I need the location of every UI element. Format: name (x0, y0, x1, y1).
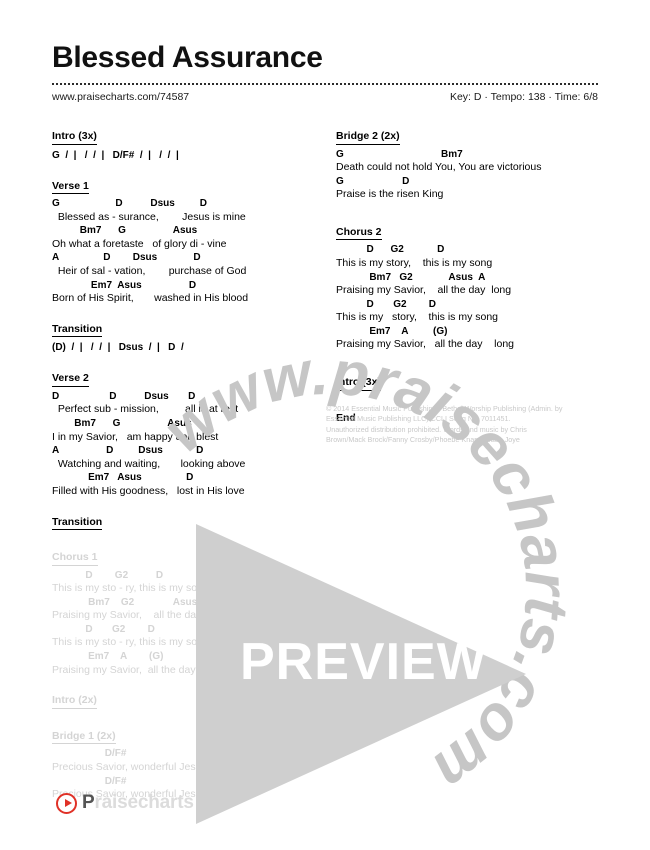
lyric-line: Praise is the risen King (336, 188, 444, 201)
play-circle-icon[interactable] (56, 792, 77, 814)
lyric-line: Praising my Savior, all the day long (336, 338, 515, 351)
chord-line: Bm7 G2 Asus A (336, 271, 486, 283)
section-heading: Bridge 2 (2x) (336, 130, 400, 145)
section-bridge-1: Bridge 1 (2x) D/F# Precious Savior, wond… (52, 726, 314, 802)
lyric-line: I in my Savior, am happy and blest (52, 430, 219, 443)
lyric-line: Precious Savior, wonderful Jesus (52, 760, 207, 773)
chord-line: Bm7 G Asus (52, 418, 192, 430)
chord-line: Bm7 G Asus (52, 225, 198, 237)
chord-line: D G2 D (336, 244, 445, 256)
section-intro-2x: Intro (2x) (52, 690, 314, 713)
chart-body: Intro (3x) G / | / / | D/F# / | / / | Ve… (52, 126, 598, 815)
chord-line: G D Dsus D (52, 198, 208, 210)
chart-meta-row: www.praisecharts.com/74587 Key: D · Temp… (52, 91, 598, 103)
chord-line: D G2 D (336, 298, 437, 310)
chord-chart-page: Blessed Assurance www.praisecharts.com/7… (0, 0, 650, 850)
section-transition-2: Transition (52, 512, 314, 535)
chord-line: Bm7 G2 Asus A (52, 596, 210, 608)
lyric-line: Death could not hold You, You are victor… (336, 161, 542, 174)
section-chorus-2: Chorus 2 D G2 D This is my story, this i… (336, 222, 598, 352)
lyric-line: Perfect sub - mission, all is at rest (52, 403, 239, 416)
lyric-line: Filled with His goodness, lost in His lo… (52, 484, 245, 497)
lyric-line: Praising my Savior, all the day long (336, 284, 512, 297)
chord-line: Em7 Asus D (52, 279, 197, 291)
logo-wordmark: Praisecharts (82, 792, 194, 814)
copyright-line: Brown/Mack Brock/Fanny Crosby/Phoebe Kna… (326, 435, 520, 445)
section-transition-1: Transition (D) / | / / | Dsus / | D / (52, 319, 314, 356)
chord-line: D/F# (52, 775, 127, 787)
chord-line: G D (336, 175, 410, 187)
section-heading: Transition (52, 516, 103, 531)
bar-line: (D) / | / / | Dsus / | D / (52, 342, 184, 354)
lyric-line: Praising my Savior, all the day long (52, 663, 219, 676)
lyric-line: Born of His Spirit, washed in His blood (52, 292, 249, 305)
section-verse-2: Verse 2 D D Dsus D Perfect sub - mission… (52, 368, 314, 498)
section-intro: Intro (3x) G / | / / | D/F# / | / / | (52, 126, 314, 163)
section-heading: Verse 1 (52, 180, 89, 195)
lyric-line: This is my story, this is my song (336, 311, 499, 324)
chord-line: A D Dsus D (52, 252, 201, 264)
lyric-line: Watching and waiting, looking above (52, 457, 246, 470)
section-heading: Intro (2x) (52, 694, 97, 709)
key-tempo-time: Key: D · Tempo: 138 · Time: 6/8 (449, 90, 598, 103)
header-divider (52, 82, 598, 85)
section-heading: Verse 2 (52, 372, 89, 387)
section-heading: Intro (3x) (52, 130, 97, 145)
chord-line: A D Dsus D (52, 445, 204, 457)
section-heading: Bridge 1 (2x) (52, 730, 116, 745)
copyright-line: Unauthorized distribution prohibited. Wo… (326, 424, 527, 434)
chord-line: G Bm7 (336, 148, 463, 160)
lyric-line: Blessed as - surance, Jesus is mine (52, 210, 246, 223)
section-intro-3x: Intro (3x) (336, 372, 598, 395)
copyright-line: © 2014 Essential Music Publishing / Beth… (326, 404, 563, 413)
section-heading: Chorus 1 (52, 551, 98, 566)
section-chorus-1: Chorus 1 D G2 D This is my sto - ry, thi… (52, 547, 314, 677)
bar-line: G / | / / | D/F# / | / / | (52, 149, 179, 161)
section-heading: Transition (52, 323, 103, 338)
source-url[interactable]: www.praisecharts.com/74587 (52, 91, 189, 103)
left-column: Intro (3x) G / | / / | D/F# / | / / | Ve… (52, 126, 314, 815)
chord-line: D D Dsus D (52, 390, 196, 402)
copyright-line: Essential Music Publishing LLC) CCLI Son… (326, 414, 511, 424)
chord-line: Em7 Asus D (52, 472, 194, 484)
section-heading: Chorus 2 (336, 226, 382, 241)
lyric-line: Oh what a foretaste of glory di - vine (52, 237, 227, 250)
chord-line: D/F# (52, 748, 127, 760)
logo-wordmark-rest: raisecharts (94, 792, 194, 813)
logo-wordmark-strong: P (82, 792, 95, 813)
lyric-line: Heir of sal - vation, purchase of God (52, 264, 247, 277)
chord-line: Em7 A (G) (336, 325, 448, 337)
chord-line: Em7 A (G) (52, 651, 164, 663)
section-heading: Intro (3x) (336, 376, 381, 391)
chord-line: D G2 D (52, 623, 155, 635)
praisecharts-logo[interactable]: Praisecharts (56, 792, 194, 814)
chart-header: Blessed Assurance www.praisecharts.com/7… (52, 42, 598, 103)
right-column: Bridge 2 (2x) G Bm7 Death could not hold… (336, 126, 598, 815)
lyric-line: This is my sto - ry, this is my song (52, 636, 209, 649)
lyric-line: Praising my Savior, all the day long (52, 609, 228, 622)
copyright-block: © 2014 Essential Music Publishing / Beth… (326, 404, 592, 446)
lyric-line: This is my story, this is my song (336, 256, 493, 269)
section-verse-1: Verse 1 G D Dsus D Blessed as - surance,… (52, 176, 314, 306)
section-bridge-2: Bridge 2 (2x) G Bm7 Death could not hold… (336, 126, 598, 202)
page-title: Blessed Assurance (52, 41, 323, 74)
chord-line: D G2 D (52, 569, 164, 581)
lyric-line: This is my sto - ry, this is my song (52, 582, 209, 595)
